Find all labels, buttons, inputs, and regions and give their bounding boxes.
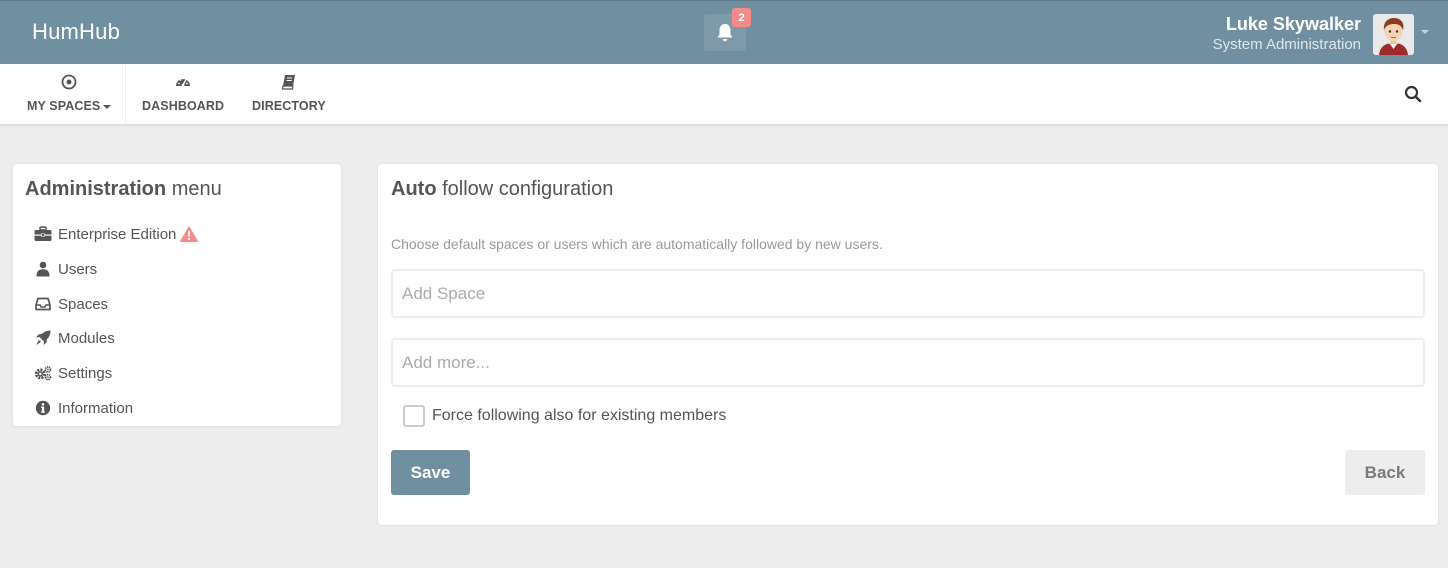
administration-menu-panel: Administration menu Enterprise Edition U… — [13, 164, 341, 426]
menu-item-modules[interactable]: Modules — [34, 326, 115, 350]
menu-item-label: Settings — [58, 364, 113, 382]
administration-menu-title: Administration menu — [25, 178, 222, 201]
menu-title-light: menu — [171, 178, 222, 200]
menu-item-enterprise-edition[interactable]: Enterprise Edition — [34, 222, 199, 246]
menu-item-settings[interactable]: Settings — [34, 361, 112, 385]
brand-logo[interactable]: HumHub — [32, 19, 120, 45]
force-following-checkbox[interactable] — [403, 405, 425, 427]
search-icon[interactable] — [1404, 85, 1422, 103]
menu-item-users[interactable]: Users — [34, 257, 97, 281]
add-space-input[interactable] — [402, 283, 1414, 304]
top-bar: HumHub 2 Luke Skywalker System Administr… — [0, 0, 1448, 64]
bell-icon — [717, 23, 733, 41]
nav-directory[interactable]: DIRECTORY — [252, 64, 326, 125]
cogs-icon — [34, 365, 52, 381]
notification-count-badge: 2 — [732, 8, 751, 27]
nav-my-spaces-label: MY SPACES — [27, 99, 101, 113]
nav-divider — [125, 64, 126, 125]
menu-item-label: Spaces — [58, 295, 109, 313]
nav-my-spaces[interactable]: MY SPACES — [27, 64, 112, 125]
page-title: Auto follow configuration — [391, 178, 613, 201]
menu-item-label: Information — [58, 399, 134, 417]
top-navigation: MY SPACES DASHBOARD DIRECTORY — [0, 64, 1448, 125]
add-space-field[interactable] — [391, 269, 1425, 318]
user-icon — [34, 261, 52, 277]
chevron-down-icon — [103, 104, 112, 109]
add-user-input[interactable] — [402, 352, 1414, 373]
inbox-icon — [34, 296, 52, 312]
dot-circle-icon — [61, 74, 77, 90]
menu-item-label: Users — [58, 260, 98, 278]
menu-item-spaces[interactable]: Spaces — [34, 292, 108, 316]
rocket-icon — [34, 330, 52, 346]
help-text: Choose default spaces or users which are… — [391, 236, 883, 252]
menu-item-label: Enterprise Edition — [58, 225, 177, 243]
user-avatar[interactable] — [1373, 14, 1414, 55]
menu-item-label: Modules — [58, 329, 115, 347]
book-icon — [281, 75, 295, 90]
force-following-label[interactable]: Force following also for existing member… — [432, 407, 726, 425]
menu-item-information[interactable]: Information — [34, 396, 133, 420]
nav-directory-label: DIRECTORY — [252, 99, 326, 113]
save-button[interactable]: Save — [391, 450, 470, 495]
info-circle-icon — [34, 400, 52, 416]
briefcase-icon — [34, 226, 52, 242]
add-more-field[interactable] — [391, 338, 1425, 387]
auto-follow-panel: Auto follow configuration Choose default… — [378, 164, 1438, 525]
warning-icon — [180, 226, 199, 242]
user-name[interactable]: Luke Skywalker — [1226, 14, 1361, 35]
nav-dashboard[interactable]: DASHBOARD — [142, 64, 224, 125]
tachometer-icon — [176, 77, 191, 87]
menu-title-bold: Administration — [25, 178, 167, 200]
nav-dashboard-label: DASHBOARD — [142, 99, 225, 113]
page-title-light: follow configuration — [442, 178, 614, 200]
page-title-bold: Auto — [391, 178, 437, 200]
user-menu-caret-icon[interactable] — [1421, 30, 1429, 34]
force-following-row[interactable]: Force following also for existing member… — [403, 405, 726, 427]
back-button[interactable]: Back — [1345, 450, 1425, 495]
user-role[interactable]: System Administration — [1213, 36, 1361, 53]
